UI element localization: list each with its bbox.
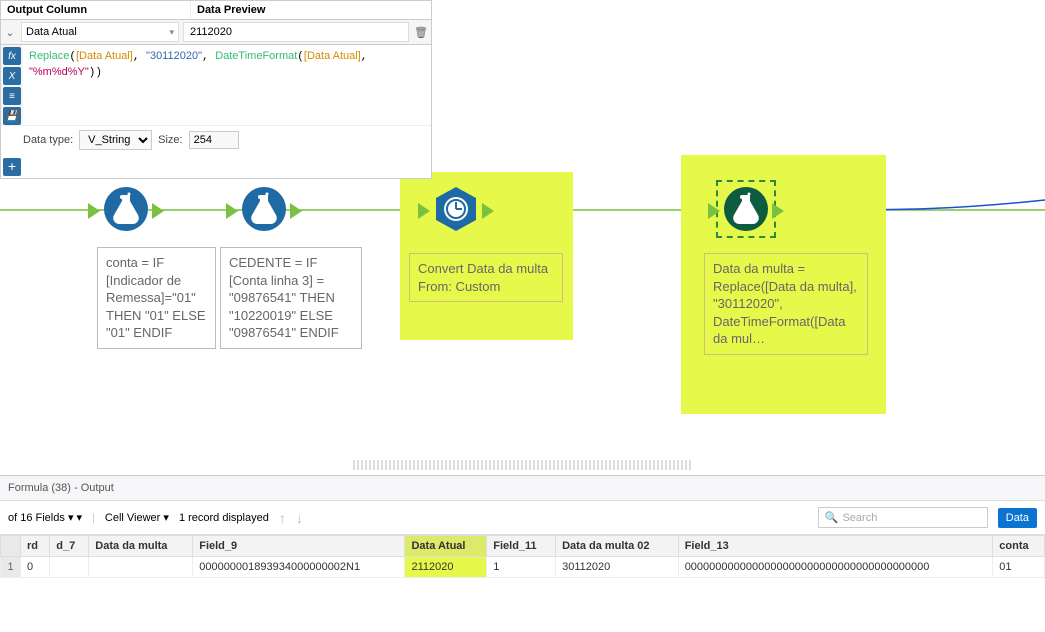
cell[interactable]: 2112020 bbox=[405, 557, 487, 578]
record-count: 1 record displayed bbox=[179, 512, 269, 524]
formula-editor[interactable]: Replace([Data Atual], "30112020", DateTi… bbox=[23, 45, 431, 125]
token-fn: DateTimeFormat bbox=[215, 50, 297, 62]
fx-icon[interactable]: fx bbox=[3, 47, 21, 65]
input-port[interactable] bbox=[88, 203, 100, 219]
column-header[interactable]: d_7 bbox=[50, 536, 89, 557]
datatype-label: Data type: bbox=[23, 134, 73, 146]
column-header[interactable]: Data da multa bbox=[89, 536, 193, 557]
fields-count-label[interactable]: of 16 Fields ▾ ▾ bbox=[8, 511, 82, 524]
search-icon: 🔍 bbox=[825, 511, 839, 524]
formula-tool-2[interactable] bbox=[240, 185, 288, 233]
input-port[interactable] bbox=[708, 203, 720, 219]
token-field: [Data Atual] bbox=[76, 50, 133, 62]
cell[interactable]: 01 bbox=[993, 557, 1045, 578]
datetime-tool[interactable] bbox=[432, 185, 480, 233]
results-title: Formula (38) - Output bbox=[0, 476, 1045, 501]
results-pane: Formula (38) - Output of 16 Fields ▾ ▾ |… bbox=[0, 475, 1045, 632]
output-port[interactable] bbox=[482, 203, 494, 219]
size-input[interactable] bbox=[189, 131, 239, 149]
formula-tool-selected[interactable] bbox=[722, 185, 770, 233]
token-field: [Data Atual] bbox=[304, 50, 361, 62]
collapse-toggle[interactable]: ⌄ bbox=[1, 26, 19, 39]
datatype-select[interactable]: V_String bbox=[79, 130, 152, 150]
token-fn: Replace bbox=[29, 50, 69, 62]
header-data-preview: Data Preview bbox=[191, 1, 431, 19]
output-port[interactable] bbox=[772, 203, 784, 219]
column-header[interactable]: Field_9 bbox=[193, 536, 405, 557]
input-port[interactable] bbox=[226, 203, 238, 219]
size-label: Size: bbox=[158, 134, 182, 146]
results-grid[interactable]: rdd_7Data da multaField_9Data AtualField… bbox=[0, 535, 1045, 578]
data-button[interactable]: Data bbox=[998, 508, 1037, 528]
prev-record-button[interactable]: ↑ bbox=[279, 510, 286, 526]
token-format: "%m%d%Y" bbox=[29, 66, 89, 78]
variables-icon[interactable]: X bbox=[3, 67, 21, 85]
pane-splitter[interactable] bbox=[0, 455, 1045, 475]
recent-icon[interactable]: ≡ bbox=[3, 87, 21, 105]
add-expression-button[interactable]: + bbox=[3, 158, 21, 176]
output-port[interactable] bbox=[152, 203, 164, 219]
annotation-4: Data da multa = Replace([Data da multa],… bbox=[704, 253, 868, 355]
save-icon[interactable]: 💾 bbox=[3, 107, 21, 125]
search-input[interactable]: 🔍Search bbox=[818, 507, 988, 528]
cell[interactable]: 0000000000000000000000000000000000000000 bbox=[678, 557, 993, 578]
delete-expression-button[interactable]: 🗑 bbox=[411, 26, 431, 39]
row-number[interactable]: 1 bbox=[1, 557, 21, 578]
data-preview-value: 2112020 bbox=[183, 22, 409, 42]
output-column-value: Data Atual bbox=[26, 26, 77, 38]
next-record-button[interactable]: ↓ bbox=[296, 510, 303, 526]
column-header[interactable]: Data da multa 02 bbox=[556, 536, 679, 557]
column-header[interactable]: Field_13 bbox=[678, 536, 993, 557]
cell[interactable]: 1 bbox=[487, 557, 556, 578]
cell[interactable]: 0 bbox=[21, 557, 50, 578]
column-header[interactable]: conta bbox=[993, 536, 1045, 557]
annotation-2: CEDENTE = IF [Conta linha 3] = "09876541… bbox=[220, 247, 362, 349]
cell[interactable]: 30112020 bbox=[556, 557, 679, 578]
formula-config-panel: Output Column Data Preview ⌄ Data Atual … bbox=[0, 0, 432, 179]
header-output-column: Output Column bbox=[1, 1, 191, 19]
annotation-3: Convert Data da multa From: Custom bbox=[409, 253, 563, 302]
cell[interactable] bbox=[89, 557, 193, 578]
input-port[interactable] bbox=[418, 203, 430, 219]
column-header[interactable]: Field_11 bbox=[487, 536, 556, 557]
output-column-select[interactable]: Data Atual ▾ bbox=[21, 22, 179, 42]
column-header[interactable]: rd bbox=[21, 536, 50, 557]
formula-tool-1[interactable] bbox=[102, 185, 150, 233]
dropdown-icon: ▾ bbox=[169, 27, 174, 38]
cell[interactable] bbox=[50, 557, 89, 578]
cell-viewer-toggle[interactable]: Cell Viewer ▾ bbox=[105, 511, 169, 524]
output-port[interactable] bbox=[290, 203, 302, 219]
cell[interactable]: 000000001893934000000002N1 bbox=[193, 557, 405, 578]
annotation-1: conta = IF [Indicador de Remessa]="01" T… bbox=[97, 247, 216, 349]
token-string: "30112020" bbox=[146, 50, 202, 62]
column-header[interactable]: Data Atual bbox=[405, 536, 487, 557]
